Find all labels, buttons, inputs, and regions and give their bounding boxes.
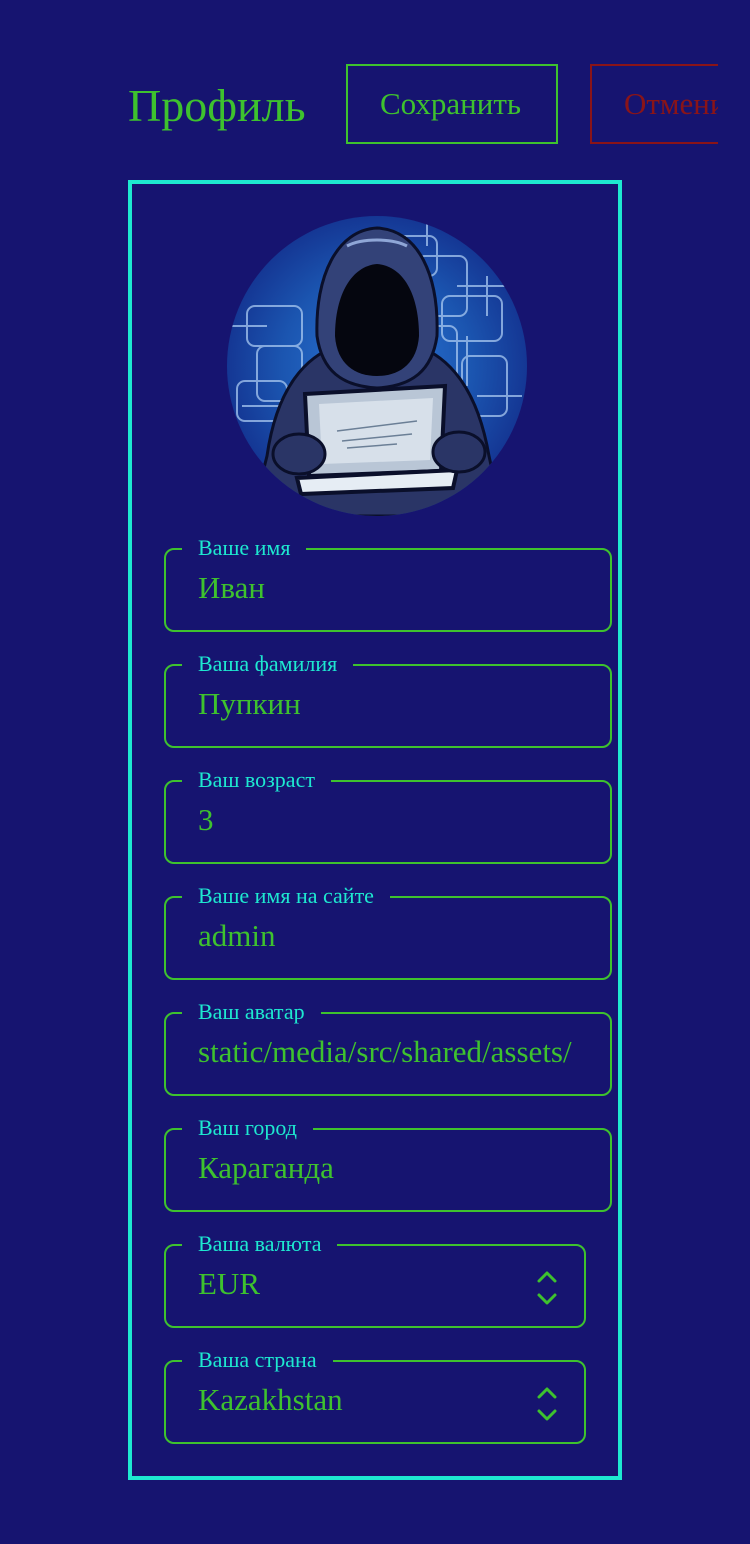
chevron-up-down-icon: [537, 1387, 557, 1421]
country-value: Kazakhstan: [198, 1382, 343, 1417]
country-select[interactable]: Ваша страна Kazakhstan: [164, 1347, 586, 1444]
username-field: Ваше имя на сайте: [164, 883, 612, 980]
hacker-avatar-icon: [232, 221, 522, 516]
currency-select[interactable]: Ваша валюта EUR: [164, 1231, 586, 1328]
profile-card: Ваше имя Ваша фамилия Ваш возраст Ваше и…: [128, 180, 622, 1480]
age-field: Ваш возраст: [164, 767, 612, 864]
last-name-input[interactable]: [198, 684, 578, 724]
age-label: Ваш возраст: [182, 767, 331, 793]
cancel-button[interactable]: Отмени: [590, 64, 718, 144]
first-name-label: Ваше имя: [182, 535, 307, 561]
page-title: Профиль: [128, 80, 306, 131]
chevron-up-down-icon: [537, 1271, 557, 1305]
age-input[interactable]: [198, 800, 578, 840]
avatar: [227, 216, 527, 516]
first-name-input[interactable]: [198, 568, 578, 608]
last-name-label: Ваша фамилия: [182, 651, 354, 677]
country-label: Ваша страна: [182, 1347, 333, 1373]
city-field: Ваш город: [164, 1115, 612, 1212]
city-label: Ваш город: [182, 1115, 313, 1141]
username-label: Ваше имя на сайте: [182, 883, 390, 909]
avatar-url-label: Ваш аватар: [182, 999, 321, 1025]
avatar-url-field: Ваш аватар: [164, 999, 612, 1096]
avatar-url-input[interactable]: [198, 1032, 578, 1072]
currency-value: EUR: [198, 1266, 260, 1301]
profile-header: Профиль Сохранить Отмени: [128, 64, 718, 148]
last-name-field: Ваша фамилия: [164, 651, 612, 748]
save-button[interactable]: Сохранить: [346, 64, 558, 144]
city-input[interactable]: [198, 1148, 578, 1188]
username-input[interactable]: [198, 916, 578, 956]
currency-label: Ваша валюта: [182, 1231, 338, 1257]
first-name-field: Ваше имя: [164, 535, 612, 632]
